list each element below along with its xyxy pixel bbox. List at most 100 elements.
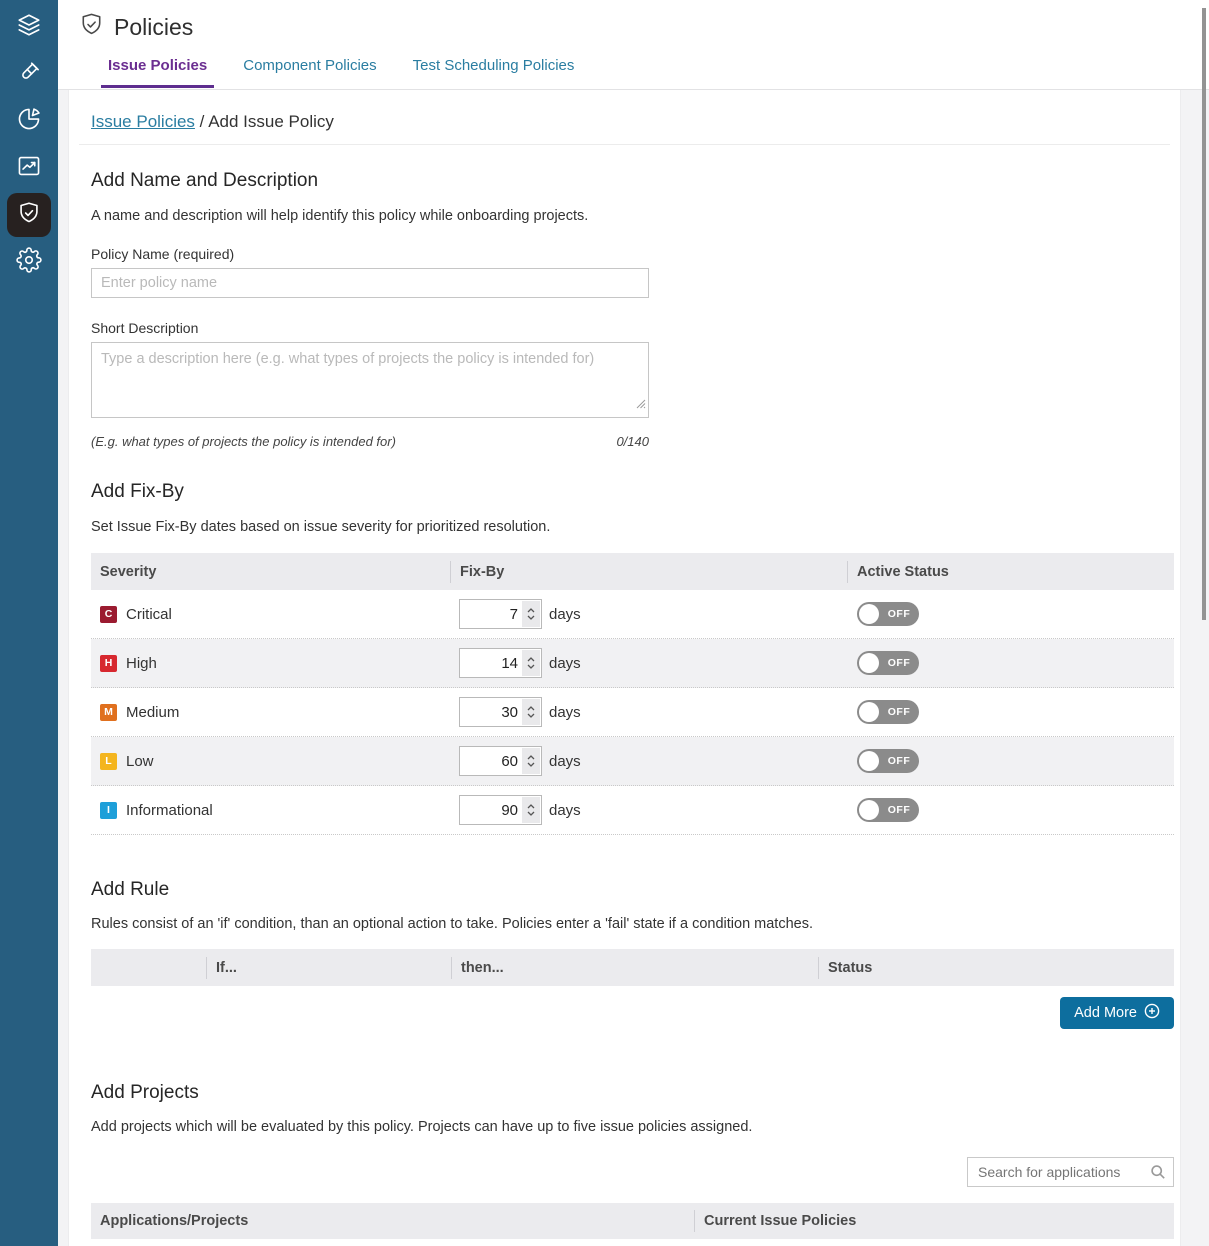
column-header-then: then... xyxy=(451,957,818,979)
sidebar-item-tests[interactable] xyxy=(7,52,51,96)
short-description-textarea[interactable] xyxy=(91,342,649,418)
toggle-state-label: OFF xyxy=(879,657,919,669)
sidebar-item-settings[interactable] xyxy=(7,240,51,284)
projects-table-header: Applications/Projects Current Issue Poli… xyxy=(91,1203,1174,1239)
stepper-buttons[interactable] xyxy=(522,601,540,627)
fixby-row-informational: I Informational days OFF xyxy=(91,786,1174,835)
breadcrumb-current: Add Issue Policy xyxy=(208,112,334,131)
days-input[interactable] xyxy=(460,747,521,775)
severity-label: Informational xyxy=(126,802,213,819)
severity-badge-high: H xyxy=(100,655,117,672)
days-unit-label: days xyxy=(549,606,581,623)
vertical-scrollbar[interactable] xyxy=(1202,8,1206,620)
toggle-state-label: OFF xyxy=(879,755,919,767)
days-input-group xyxy=(459,795,542,825)
stepper-buttons[interactable] xyxy=(522,748,540,774)
toggle-state-label: OFF xyxy=(879,608,919,620)
severity-badge-low: L xyxy=(100,753,117,770)
active-status-toggle[interactable]: OFF xyxy=(857,602,919,626)
tab-issue-policies[interactable]: Issue Policies xyxy=(101,57,214,88)
char-counter: 0/140 xyxy=(616,434,649,449)
days-input-group xyxy=(459,648,542,678)
content-card: Issue Policies / Add Issue Policy Add Na… xyxy=(68,90,1181,1246)
stepper-buttons[interactable] xyxy=(522,650,540,676)
column-header-applications-projects: Applications/Projects xyxy=(91,1210,694,1232)
resize-grip-icon[interactable] xyxy=(636,396,646,414)
rule-table: If... then... Status xyxy=(91,949,1174,986)
shield-check-icon xyxy=(16,200,42,231)
sidebar xyxy=(0,0,58,1246)
severity-badge-informational: I xyxy=(100,802,117,819)
line-chart-icon xyxy=(16,153,42,184)
severity-label: High xyxy=(126,655,157,672)
fixby-table-header: Severity Fix-By Active Status xyxy=(91,553,1174,590)
page-title: Policies xyxy=(114,14,193,41)
severity-badge-medium: M xyxy=(100,704,117,721)
short-description-label: Short Description xyxy=(91,320,1180,336)
column-header-severity: Severity xyxy=(91,561,450,583)
column-header-active-status: Active Status xyxy=(847,561,1174,583)
fixby-row-low: L Low days OFF xyxy=(91,737,1174,786)
toggle-knob xyxy=(859,800,879,820)
days-unit-label: days xyxy=(549,704,581,721)
toggle-knob xyxy=(859,604,879,624)
days-input-group xyxy=(459,599,542,629)
policy-name-input[interactable] xyxy=(91,268,649,298)
page-header: Policies Issue Policies Component Polici… xyxy=(58,0,1209,90)
fixby-row-high: H High days OFF xyxy=(91,639,1174,688)
add-more-button[interactable]: Add More xyxy=(1060,997,1174,1029)
severity-label: Critical xyxy=(126,606,172,623)
column-header-if: If... xyxy=(206,957,451,979)
plus-circle-icon xyxy=(1144,1003,1160,1023)
fixby-row-medium: M Medium days OFF xyxy=(91,688,1174,737)
stepper-buttons[interactable] xyxy=(522,699,540,725)
toggle-knob xyxy=(859,751,879,771)
test-tube-icon xyxy=(16,59,42,90)
active-status-toggle[interactable]: OFF xyxy=(857,749,919,773)
fixby-row-critical: C Critical days OFF xyxy=(91,590,1174,639)
section-desc-projects: Add projects which will be evaluated by … xyxy=(91,1119,1180,1135)
toggle-state-label: OFF xyxy=(879,804,919,816)
divider xyxy=(79,144,1170,145)
layers-icon xyxy=(16,12,42,43)
section-desc-name: A name and description will help identif… xyxy=(91,208,1180,224)
severity-badge-critical: C xyxy=(100,606,117,623)
breadcrumb: Issue Policies / Add Issue Policy xyxy=(91,112,1180,132)
tab-component-policies[interactable]: Component Policies xyxy=(236,57,383,88)
section-heading-projects: Add Projects xyxy=(91,1082,1180,1104)
breadcrumb-link-issue-policies[interactable]: Issue Policies xyxy=(91,112,195,131)
severity-label: Medium xyxy=(126,704,179,721)
sidebar-item-reports[interactable] xyxy=(7,99,51,143)
column-header-current-issue-policies: Current Issue Policies xyxy=(694,1210,1174,1232)
days-input[interactable] xyxy=(460,600,521,628)
active-status-toggle[interactable]: OFF xyxy=(857,651,919,675)
toggle-knob xyxy=(859,653,879,673)
active-status-toggle[interactable]: OFF xyxy=(857,798,919,822)
section-desc-rule: Rules consist of an 'if' condition, than… xyxy=(91,916,1180,932)
policy-name-label: Policy Name (required) xyxy=(91,246,1180,262)
stepper-buttons[interactable] xyxy=(522,797,540,823)
toggle-knob xyxy=(859,702,879,722)
days-input[interactable] xyxy=(460,649,521,677)
tab-bar: Issue Policies Component Policies Test S… xyxy=(101,57,1209,88)
column-header-empty xyxy=(91,957,206,979)
tab-test-scheduling-policies[interactable]: Test Scheduling Policies xyxy=(406,57,582,88)
section-heading-name: Add Name and Description xyxy=(91,170,1180,192)
rule-table-header: If... then... Status xyxy=(91,949,1174,986)
active-status-toggle[interactable]: OFF xyxy=(857,700,919,724)
days-unit-label: days xyxy=(549,753,581,770)
days-input[interactable] xyxy=(460,796,521,824)
sidebar-item-policies[interactable] xyxy=(7,193,51,237)
application-search-input[interactable] xyxy=(967,1157,1174,1187)
days-input[interactable] xyxy=(460,698,521,726)
breadcrumb-separator: / xyxy=(200,112,205,131)
column-header-fixby: Fix-By xyxy=(450,561,847,583)
fixby-table: Severity Fix-By Active Status C Critical… xyxy=(91,553,1174,835)
sidebar-item-metrics[interactable] xyxy=(7,146,51,190)
section-heading-fixby: Add Fix-By xyxy=(91,481,1180,503)
sidebar-item-layers[interactable] xyxy=(7,5,51,49)
pie-chart-icon xyxy=(16,106,42,137)
days-unit-label: days xyxy=(549,655,581,672)
shield-check-icon xyxy=(78,11,105,43)
severity-label: Low xyxy=(126,753,154,770)
